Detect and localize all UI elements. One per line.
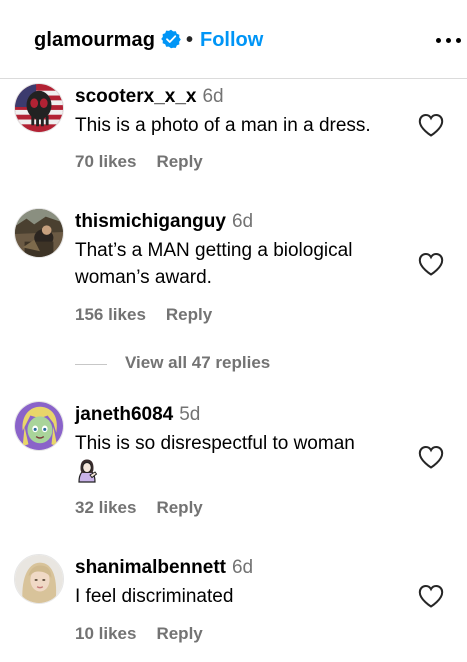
heart-icon[interactable] xyxy=(418,252,444,276)
comment-age: 6d xyxy=(231,557,254,578)
reply-button[interactable]: Reply xyxy=(156,624,202,643)
woman-tipping-hand-emoji-icon xyxy=(78,459,98,483)
reply-button[interactable]: Reply xyxy=(166,305,212,324)
likes-count[interactable]: 156 likes xyxy=(75,305,146,324)
comment-text: I feel discriminated xyxy=(75,586,234,607)
blonde-woman-avatar-icon xyxy=(15,555,63,603)
likes-count[interactable]: 10 likes xyxy=(75,624,136,643)
post-header: glamourmag • Follow xyxy=(0,0,467,79)
replies-divider xyxy=(75,364,107,365)
comment-age: 6d xyxy=(202,86,224,107)
comment-meta: 10 likes Reply xyxy=(75,624,203,644)
likes-count[interactable]: 32 likes xyxy=(75,498,136,517)
username-text[interactable]: scooterx_x_x xyxy=(75,86,196,107)
user-avatar[interactable] xyxy=(14,401,64,451)
user-avatar[interactable] xyxy=(14,208,64,258)
comment-text: That’s a MAN getting a biological woman’… xyxy=(75,240,353,288)
reply-button[interactable]: Reply xyxy=(156,498,202,517)
username-text[interactable]: janeth6084 xyxy=(75,404,173,425)
heart-icon[interactable] xyxy=(418,445,444,469)
username-text[interactable]: shanimalbennett xyxy=(75,557,226,578)
more-options-icon[interactable] xyxy=(436,38,462,44)
heart-icon[interactable] xyxy=(418,584,444,608)
comment-meta: 156 likes Reply xyxy=(75,305,212,325)
reply-button[interactable]: Reply xyxy=(156,152,202,171)
view-replies-button[interactable]: View all 47 replies xyxy=(75,353,375,377)
punisher-skull-flag-avatar-icon xyxy=(15,84,63,132)
follow-button[interactable]: Follow xyxy=(200,29,263,52)
comment-text-body: This is so disrespectful to woman xyxy=(75,433,355,454)
cartoon-girl-avatar-icon xyxy=(15,402,63,450)
header-separator: • xyxy=(186,29,194,51)
comment-username[interactable]: scooterx_x_x 6d xyxy=(75,86,224,108)
comment-username[interactable]: shanimalbennett 6d xyxy=(75,557,253,579)
comment-meta: 32 likes Reply xyxy=(75,498,203,518)
verified-badge-icon xyxy=(161,29,181,49)
heart-icon[interactable] xyxy=(418,113,444,137)
view-replies-label[interactable]: View all 47 replies xyxy=(125,353,270,373)
comment-text: This is a photo of a man in a dress. xyxy=(75,115,371,136)
comment-username[interactable]: janeth6084 5d xyxy=(75,404,200,426)
likes-count[interactable]: 70 likes xyxy=(75,152,136,171)
comment-text: This is so disrespectful to woman xyxy=(75,430,405,484)
account-username[interactable]: glamourmag xyxy=(34,29,155,52)
comment-age: 6d xyxy=(231,211,254,232)
comment-username[interactable]: thismichiganguy 6d xyxy=(75,211,253,233)
comment-meta: 70 likes Reply xyxy=(75,152,203,172)
outdoor-photo-avatar-icon xyxy=(15,209,63,257)
user-avatar[interactable] xyxy=(14,83,64,133)
username-text[interactable]: thismichiganguy xyxy=(75,211,226,232)
user-avatar[interactable] xyxy=(14,554,64,604)
comment-age: 5d xyxy=(179,404,201,425)
